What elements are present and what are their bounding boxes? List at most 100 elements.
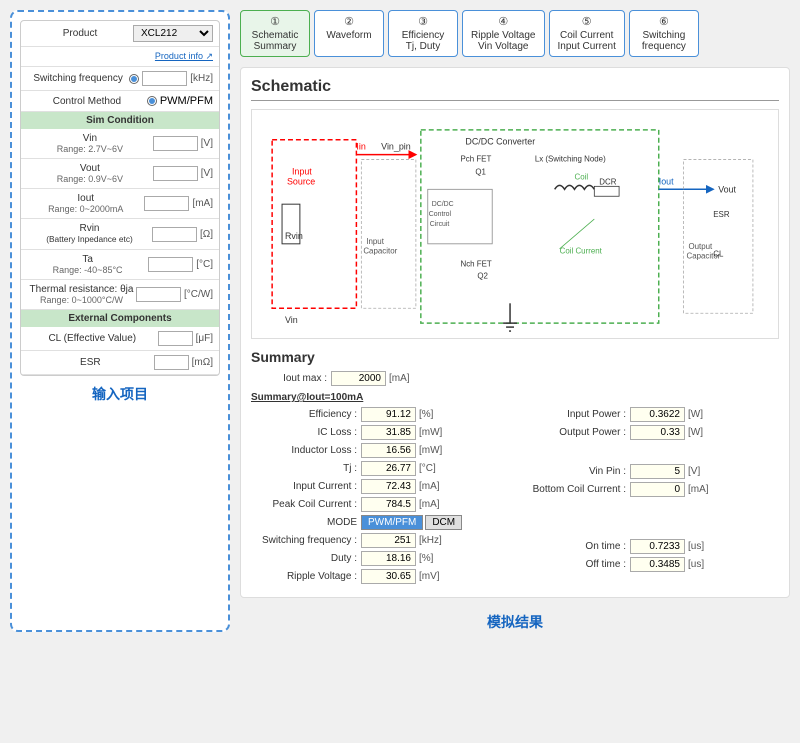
left-panel: Product XCL212 Product info ↗ Switchin [10,10,230,632]
outputpower-unit: [W] [688,427,703,438]
mode-pwm-pfm-button[interactable]: PWM/PFM [361,515,423,530]
thermal-label: Thermal resistance: θja [27,284,136,295]
summary-icloss-row: IC Loss : 31.85 [mW] [251,425,500,440]
right-panel: ① SchematicSummary ② Waveform ③ Efficien… [240,10,790,632]
tab-coil-current[interactable]: ⑤ Coil CurrentInput Current [549,10,625,57]
icloss-unit: [mW] [419,427,442,438]
product-select[interactable]: XCL212 [133,25,213,42]
vin-input[interactable]: 5 [153,136,198,151]
vin-label: Vin [27,133,153,144]
rvin-row: Rvin(Battery Inpedance etc) 0 [Ω] [21,219,219,250]
schematic-title: Schematic [251,78,779,101]
switching-freq-input[interactable]: 2400 [142,71,187,86]
ta-unit: [°C] [196,259,213,270]
icloss-label: IC Loss : [251,427,361,438]
bottomcoil-value: 0 [630,482,685,497]
switching-freq-label: Switching frequency [27,73,129,84]
svg-text:Coil: Coil [574,172,588,181]
inputpower-label: Input Power : [530,409,630,420]
tab-waveform[interactable]: ② Waveform [314,10,384,57]
right-content: Schematic Input Source Iin Vin_pin Rvin [240,67,790,598]
iout-input[interactable]: 100 [144,196,189,211]
control-method-value: PWM/PFM [160,95,213,107]
switching-freq-unit: [kHz] [190,73,213,84]
ontime-label: On time : [530,541,630,552]
offtime-value: 0.3485 [630,557,685,572]
esr-input[interactable]: 2.27 [154,355,189,370]
svg-text:Lx (Switching Node): Lx (Switching Node) [535,155,606,164]
summary-ripple-row: Ripple Voltage : 30.65 [mV] [251,569,500,584]
iout-max-label: Iout max : [251,373,331,384]
svg-text:Vin_pin: Vin_pin [381,142,411,152]
left-footer-label: 输入项目 [20,384,220,404]
bottomcoil-row: Bottom Coil Current : 0 [mA] [530,482,779,497]
ripple-label: Ripple Voltage : [251,571,361,582]
ta-row: Ta Range: -40~85°C 25 [°C] [21,250,219,280]
svg-text:Capacitor: Capacitor [363,247,397,256]
summary-section: Summary Iout max : 2000 [mA] Summary@Iou… [251,349,779,587]
tj-label: Tj : [251,463,361,474]
iout-max-unit: [mA] [389,373,410,384]
svg-text:DCR: DCR [599,177,616,186]
svg-text:Q1: Q1 [475,167,486,176]
svg-text:CL: CL [713,250,724,259]
summary-swfreq-row: Switching frequency : 251 [kHz] [251,533,500,548]
svg-text:Q2: Q2 [477,272,488,281]
indloss-unit: [mW] [419,445,442,456]
cl-input[interactable]: 11 [158,331,193,346]
thermal-row: Thermal resistance: θja Range: 0~1000°C/… [21,280,219,310]
svg-text:Nch FET: Nch FET [460,260,491,269]
vinpin-value: 5 [630,464,685,479]
icloss-value: 31.85 [361,425,416,440]
vout-row: Vout Range: 0.9V~6V 3.3 [V] [21,159,219,189]
summary-efficiency-row: Efficiency : 91.12 [%] [251,407,500,422]
inputpower-row: Input Power : 0.3622 [W] [530,407,779,422]
inputpower-value: 0.3622 [630,407,685,422]
product-info-link[interactable]: Product info ↗ [155,51,213,62]
rvin-input[interactable]: 0 [152,227,197,242]
duty-label: Duty : [251,553,361,564]
esr-row: ESR 2.27 [mΩ] [21,351,219,375]
svg-text:ESR: ESR [713,210,730,219]
svg-text:Iin: Iin [356,142,365,152]
switching-freq-radio[interactable] [129,74,139,84]
inputcurrent-value: 72.43 [361,479,416,494]
svg-text:Vout: Vout [718,184,736,194]
thermal-input[interactable]: 55.56 [136,287,181,302]
svg-text:Iout: Iout [659,176,674,186]
cl-row: CL (Effective Value) 11 [μF] [21,327,219,351]
peakcoil-label: Peak Coil Current : [251,499,361,510]
swfreq-label: Switching frequency : [251,535,361,546]
tab-schematic-summary[interactable]: ① SchematicSummary [240,10,310,57]
vout-input[interactable]: 3.3 [153,166,198,181]
summary-subtitle: Summary@Iout=100mA [251,392,779,403]
cl-label: CL (Effective Value) [27,333,158,344]
ontime-row: On time : 0.7233 [us] [530,539,779,554]
ta-input[interactable]: 25 [148,257,193,272]
outputpower-value: 0.33 [630,425,685,440]
vin-range: Range: 2.7V~6V [27,144,153,154]
peakcoil-value: 784.5 [361,497,416,512]
tab-efficiency[interactable]: ③ EfficiencyTj, Duty [388,10,458,57]
svg-text:Control: Control [429,211,452,218]
summary-left-col: Efficiency : 91.12 [%] IC Loss : 31.85 [… [251,407,500,587]
iout-label: Iout [27,193,144,204]
svg-text:Input: Input [292,166,312,176]
svg-text:Vin: Vin [285,315,298,325]
ontime-unit: [us] [688,541,704,552]
efficiency-value: 91.12 [361,407,416,422]
svg-text:DC/DC: DC/DC [432,201,454,208]
rvin-label: Rvin(Battery Inpedance etc) [27,223,152,245]
vinpin-row: Vin Pin : 5 [V] [530,464,779,479]
iout-range: Range: 0~2000mA [27,204,144,214]
mode-dcm-button[interactable]: DCM [425,515,462,530]
offtime-unit: [us] [688,559,704,570]
inputcurrent-label: Input Current : [251,481,361,492]
offtime-row: Off time : 0.3485 [us] [530,557,779,572]
tab-switching-freq[interactable]: ⑥ Switchingfrequency [629,10,699,57]
cl-unit: [μF] [196,333,213,344]
vin-row: Vin Range: 2.7V~6V 5 [V] [21,129,219,159]
tab-ripple-voltage[interactable]: ④ Ripple VoltageVin Voltage [462,10,545,57]
svg-text:Output: Output [688,242,713,251]
control-method-radio[interactable] [147,96,157,106]
